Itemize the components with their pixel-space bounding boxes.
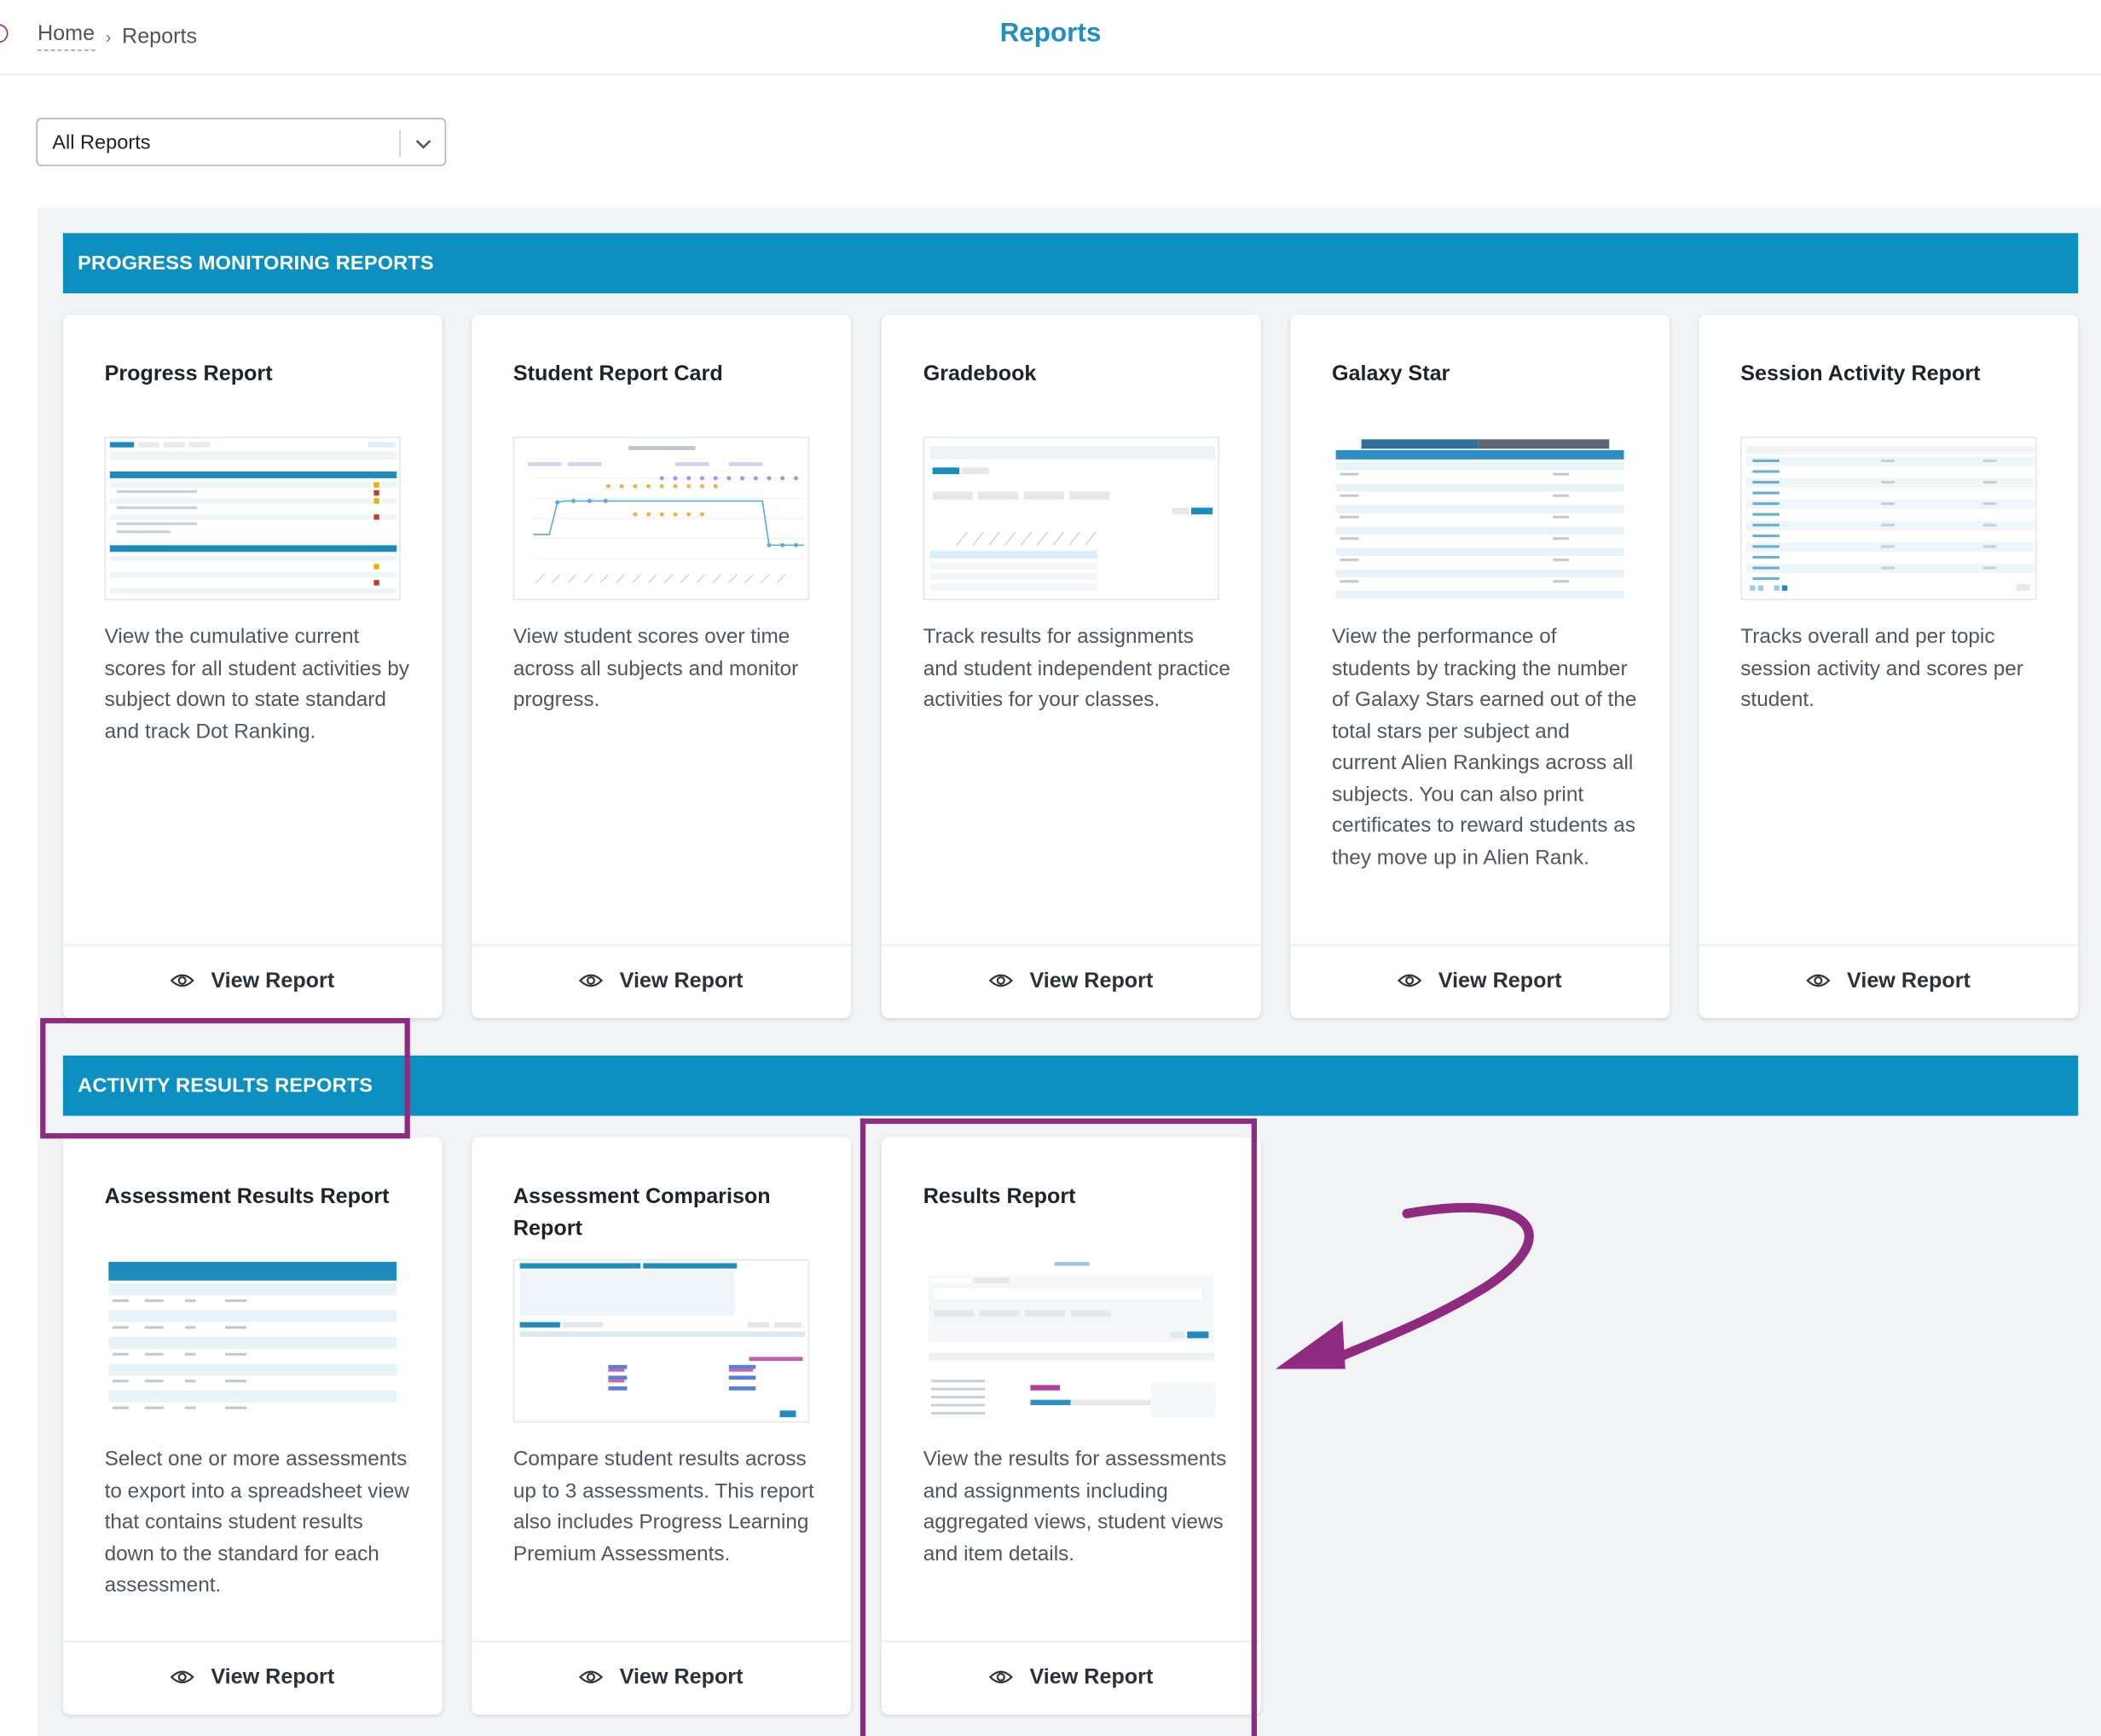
report-preview-image — [104, 1259, 401, 1423]
eye-icon — [579, 974, 604, 987]
report-preview-image — [512, 1259, 810, 1423]
view-report-label: View Report — [619, 1666, 744, 1690]
report-preview-image — [104, 437, 401, 600]
eye-icon — [989, 974, 1014, 987]
page-title: Reports — [999, 18, 1102, 49]
annotation-highlight-box — [40, 1017, 410, 1139]
card-title: Galaxy Star — [1331, 362, 1450, 386]
view-report-button[interactable]: View Report — [1699, 944, 2079, 1018]
card-description: Track results for assignments and studen… — [923, 625, 1230, 712]
card-description: Tracks overall and per topic session act… — [1740, 625, 2023, 712]
eye-icon — [171, 974, 195, 987]
view-report-button[interactable]: View Report — [881, 944, 1261, 1018]
report-filter-value: All Reports — [52, 130, 151, 154]
card-title: Gradebook — [923, 362, 1037, 386]
chevron-down-icon[interactable] — [413, 133, 434, 154]
top-bar: Home › Reports Reports — [0, 0, 2101, 75]
view-report-button[interactable]: View Report — [62, 1641, 443, 1714]
view-report-button[interactable]: View Report — [1290, 944, 1670, 1018]
card-description: View student scores over time across all… — [512, 625, 799, 712]
select-divider — [399, 130, 401, 157]
card-title: Student Report Card — [512, 362, 723, 386]
eye-icon — [579, 1670, 604, 1684]
view-report-label: View Report — [1847, 969, 1971, 993]
report-card-assessment-results-report: Assessment Results Report Select one or … — [62, 1137, 443, 1715]
card-description: View the performance of students by trac… — [1331, 625, 1637, 869]
card-description: View the cumulative current scores for a… — [104, 625, 409, 744]
card-title: Assessment Results Report — [104, 1185, 390, 1209]
view-report-button[interactable]: View Report — [472, 1641, 851, 1714]
eye-icon — [171, 1670, 195, 1684]
card-title: Assessment Comparison Report — [512, 1185, 771, 1241]
report-card-student-report-card: Student Report Card View student scores … — [472, 315, 851, 1018]
report-preview-image — [512, 437, 810, 600]
reports-page: Home › Reports Reports All Reports PROGR… — [0, 0, 2101, 1736]
view-report-button[interactable]: View Report — [62, 944, 443, 1018]
card-title: Session Activity Report — [1740, 362, 1981, 386]
view-report-label: View Report — [619, 969, 744, 993]
report-card-progress-report: Progress Report View the cumulative curr… — [62, 315, 443, 1018]
report-card-assessment-comparison-report: Assessment Comparison Report Compare stu… — [472, 1137, 851, 1715]
card-title: Progress Report — [104, 362, 273, 386]
report-card-gradebook: Gradebook Track results for assignments … — [881, 315, 1261, 1018]
card-description: Select one or more assessments to export… — [104, 1448, 410, 1597]
view-report-label: View Report — [211, 1666, 335, 1690]
view-report-label: View Report — [1029, 969, 1154, 993]
view-report-label: View Report — [211, 969, 335, 993]
report-preview-image — [1740, 437, 2037, 600]
report-preview-image — [1331, 437, 1629, 600]
section-title: PROGRESS MONITORING REPORTS — [78, 252, 434, 275]
report-filter-select[interactable]: All Reports — [36, 118, 447, 166]
card-description: Compare student results across up to 3 a… — [512, 1448, 814, 1565]
eye-icon — [1806, 974, 1832, 987]
report-card-session-activity-report: Session Activity Report Tracks overall a… — [1699, 315, 2079, 1018]
view-report-button[interactable]: View Report — [472, 944, 851, 1018]
section-header-progress-monitoring: PROGRESS MONITORING REPORTS — [62, 233, 2079, 294]
report-card-galaxy-star: Galaxy Star View the performance of stud… — [1290, 315, 1670, 1018]
report-preview-image — [923, 437, 1219, 600]
annotation-highlight-box — [860, 1118, 1257, 1736]
eye-icon — [1398, 974, 1422, 987]
annotation-arrow-icon — [1275, 1203, 1534, 1369]
view-report-label: View Report — [1438, 969, 1562, 993]
